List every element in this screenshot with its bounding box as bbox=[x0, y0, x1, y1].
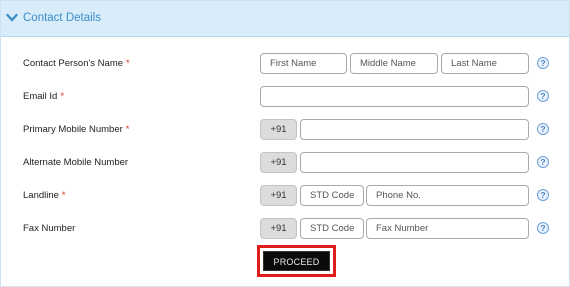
required-marker: * bbox=[60, 91, 65, 102]
section-title: Contact Details bbox=[23, 12, 101, 24]
help-icon[interactable]: ? bbox=[537, 57, 549, 69]
contact-details-panel: Contact Details Contact Person's Name* ?… bbox=[0, 0, 570, 287]
landline-std-code-input[interactable] bbox=[300, 185, 364, 206]
middle-name-input[interactable] bbox=[350, 53, 438, 74]
primary-mobile-label: Primary Mobile Number * bbox=[23, 124, 129, 135]
last-name-input[interactable] bbox=[441, 53, 529, 74]
proceed-button[interactable]: PROCEED bbox=[263, 251, 330, 271]
required-marker: * bbox=[125, 124, 130, 135]
primary-mobile-input[interactable] bbox=[300, 119, 529, 140]
help-icon[interactable]: ? bbox=[537, 123, 549, 135]
alternate-mobile-input[interactable] bbox=[300, 152, 529, 173]
email-label: Email Id * bbox=[23, 91, 64, 102]
help-icon[interactable]: ? bbox=[537, 222, 549, 234]
help-icon[interactable]: ? bbox=[537, 156, 549, 168]
section-header[interactable]: Contact Details bbox=[1, 1, 569, 37]
landline-label: Landline * bbox=[23, 190, 66, 201]
email-label-text: Email Id bbox=[23, 91, 58, 102]
name-label: Contact Person's Name * bbox=[23, 58, 130, 69]
fax-label: Fax Number bbox=[23, 223, 75, 234]
landline-phone-input[interactable] bbox=[366, 185, 529, 206]
country-code-badge: +91 bbox=[260, 185, 297, 206]
country-code-badge: +91 bbox=[260, 152, 297, 173]
required-marker: * bbox=[126, 58, 130, 69]
primary-mobile-label-text: Primary Mobile Number bbox=[23, 124, 123, 135]
help-icon[interactable]: ? bbox=[537, 189, 549, 201]
email-input[interactable] bbox=[260, 86, 529, 107]
help-icon[interactable]: ? bbox=[537, 90, 549, 102]
country-code-badge: +91 bbox=[260, 119, 297, 140]
chevron-down-icon[interactable] bbox=[6, 13, 18, 23]
alternate-mobile-label-text: Alternate Mobile Number bbox=[23, 157, 129, 168]
name-label-text: Contact Person's Name bbox=[23, 58, 124, 69]
required-marker: * bbox=[61, 190, 66, 201]
country-code-badge: +91 bbox=[260, 218, 297, 239]
fax-std-code-input[interactable] bbox=[300, 218, 364, 239]
first-name-input[interactable] bbox=[260, 53, 347, 74]
proceed-highlight-frame: PROCEED bbox=[257, 245, 336, 277]
landline-label-text: Landline bbox=[23, 190, 59, 201]
alternate-mobile-label: Alternate Mobile Number bbox=[23, 157, 128, 168]
fax-label-text: Fax Number bbox=[23, 223, 76, 234]
fax-number-input[interactable] bbox=[366, 218, 529, 239]
